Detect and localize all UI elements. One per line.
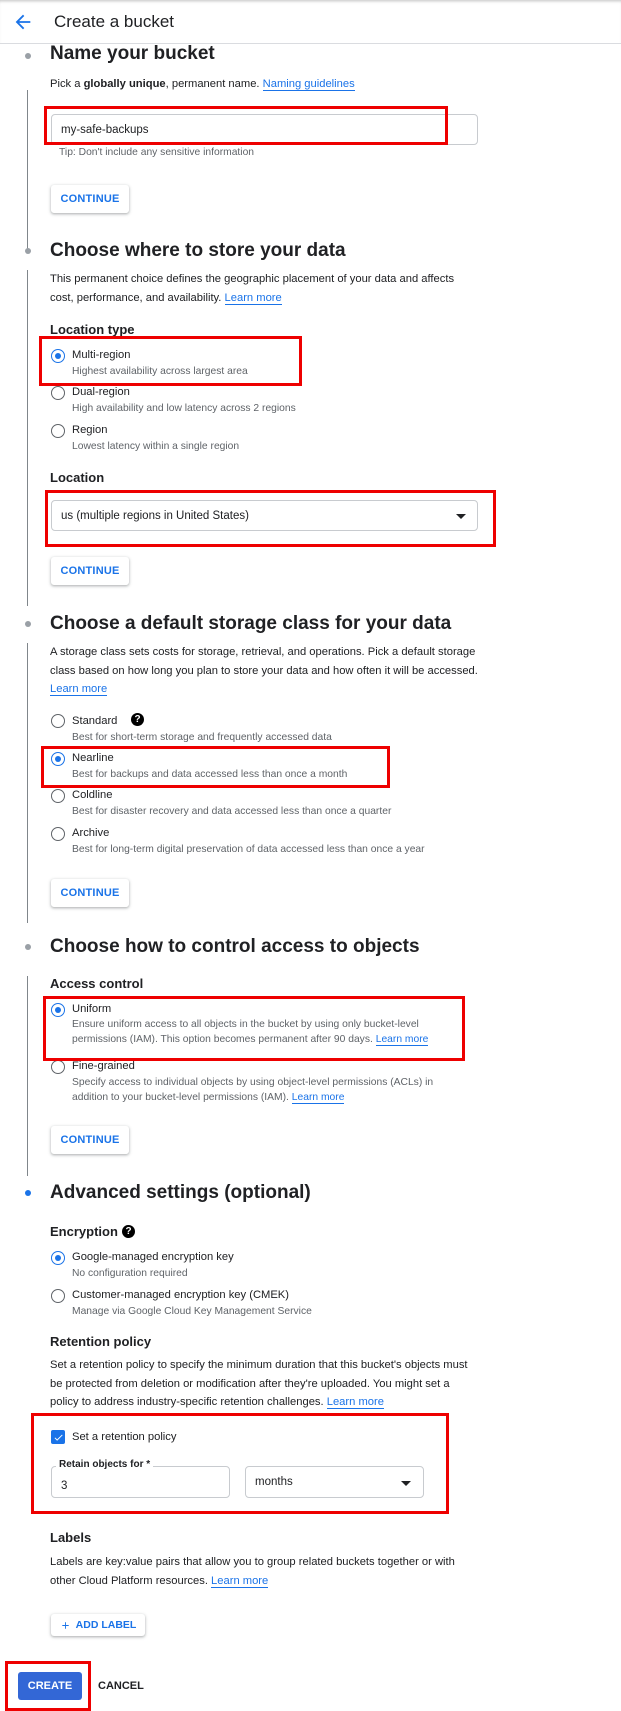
radio-uniform[interactable] bbox=[51, 1003, 65, 1017]
radio-multi-region[interactable] bbox=[51, 349, 65, 363]
labels-description: Labels are key:value pairs that allow yo… bbox=[50, 1556, 455, 1588]
option-description: Lowest latency within a single region bbox=[72, 441, 240, 452]
location-type-label: Location type bbox=[50, 322, 135, 337]
step-marker bbox=[25, 621, 31, 627]
retention-policy-label: Retention policy bbox=[50, 1334, 152, 1349]
storage-learn-more-link[interactable]: Learn more bbox=[50, 683, 108, 696]
option-label: Google-managed encryption key bbox=[72, 1251, 234, 1263]
step-heading-location: Choose where to store your data bbox=[50, 240, 346, 261]
option-description: Best for short-term storage and frequent… bbox=[72, 732, 332, 743]
step-heading-advanced: Advanced settings (optional) bbox=[50, 1182, 311, 1203]
step-heading-access: Choose how to control access to objects bbox=[50, 936, 420, 957]
encryption-label: Encryption bbox=[50, 1224, 118, 1239]
retention-description: Set a retention policy to specify the mi… bbox=[50, 1359, 468, 1409]
labels-learn-more-link[interactable]: Learn more bbox=[211, 1574, 269, 1588]
option-description: Best for disaster recovery and data acce… bbox=[72, 806, 392, 817]
radio-archive[interactable] bbox=[51, 827, 65, 841]
option-label: Coldline bbox=[72, 789, 113, 801]
cancel-button[interactable]: CANCEL bbox=[98, 1672, 144, 1700]
page-title: Create a bucket bbox=[54, 12, 175, 31]
storage-description: A storage class sets costs for storage, … bbox=[50, 646, 478, 696]
option-description: High availability and low latency across… bbox=[72, 403, 296, 414]
retention-policy-checkbox[interactable] bbox=[51, 1430, 65, 1444]
retention-checkbox-label: Set a retention policy bbox=[72, 1431, 177, 1443]
location-select[interactable]: us (multiple regions in United States) bbox=[51, 500, 478, 531]
dropdown-caret-icon bbox=[401, 1481, 411, 1486]
naming-guidelines-link[interactable]: Naming guidelines bbox=[262, 78, 355, 91]
help-icon[interactable]: ? bbox=[131, 713, 144, 726]
create-button[interactable]: CREATE bbox=[18, 1672, 82, 1700]
step-heading-name: Name your bucket bbox=[50, 43, 215, 64]
step-heading-storage: Choose a default storage class for your … bbox=[50, 613, 452, 634]
option-description: No configuration required bbox=[72, 1268, 188, 1279]
step-marker-active bbox=[25, 1190, 31, 1196]
option-description: Specify access to individual objects by … bbox=[72, 1077, 434, 1104]
uniform-learn-more-link[interactable]: Learn more bbox=[375, 1033, 429, 1046]
option-label: Fine-grained bbox=[72, 1060, 135, 1072]
radio-nearline[interactable] bbox=[51, 752, 65, 766]
option-label: Standard bbox=[72, 715, 118, 727]
option-label: Nearline bbox=[72, 752, 114, 764]
check-icon bbox=[54, 1434, 63, 1441]
radio-region[interactable] bbox=[51, 424, 65, 438]
radio-fine-grained[interactable] bbox=[51, 1060, 65, 1074]
fine-grained-learn-more-link[interactable]: Learn more bbox=[291, 1091, 345, 1104]
option-label: Multi-region bbox=[72, 349, 131, 361]
step-rail bbox=[27, 90, 28, 250]
continue-button-storage[interactable]: CONTINUE bbox=[51, 879, 129, 907]
location-label: Location bbox=[50, 470, 105, 485]
bucket-name-tip: Tip: Don't include any sensitive informa… bbox=[59, 147, 255, 158]
radio-coldline[interactable] bbox=[51, 789, 65, 803]
plus-icon bbox=[61, 1621, 69, 1629]
step-marker bbox=[25, 248, 31, 254]
step-rail bbox=[27, 976, 28, 1176]
continue-button-location[interactable]: CONTINUE bbox=[51, 557, 129, 585]
retain-duration-label: Retain objects for * bbox=[56, 1459, 154, 1470]
option-label: Archive bbox=[72, 827, 110, 839]
option-description: Ensure uniform access to all objects in … bbox=[72, 1019, 429, 1046]
option-description: Highest availability across largest area bbox=[72, 366, 248, 377]
radio-google-managed-key[interactable] bbox=[51, 1251, 65, 1265]
top-bar: Create a bucket bbox=[0, 0, 621, 44]
name-description: Pick a globally unique, permanent name. … bbox=[50, 78, 355, 91]
step-rail bbox=[27, 270, 28, 606]
arrow-left-icon[interactable] bbox=[12, 11, 34, 33]
radio-standard[interactable] bbox=[51, 714, 65, 728]
step-marker bbox=[25, 53, 31, 59]
option-description: Best for long-term digital preservation … bbox=[72, 844, 425, 855]
option-label: Dual-region bbox=[72, 386, 130, 398]
retention-learn-more-link[interactable]: Learn more bbox=[326, 1396, 384, 1409]
radio-cmek[interactable] bbox=[51, 1289, 65, 1303]
option-label: Uniform bbox=[72, 1003, 112, 1015]
help-icon[interactable]: ? bbox=[122, 1225, 135, 1238]
retain-unit-select[interactable]: months bbox=[245, 1466, 424, 1498]
radio-dual-region[interactable] bbox=[51, 386, 65, 400]
continue-button-access[interactable]: CONTINUE bbox=[51, 1126, 129, 1154]
step-marker bbox=[25, 944, 31, 950]
option-label: Customer-managed encryption key (CMEK) bbox=[72, 1289, 289, 1301]
continue-button-name[interactable]: CONTINUE bbox=[51, 185, 129, 213]
retain-duration-input[interactable]: 3 bbox=[51, 1466, 230, 1498]
location-description: This permanent choice defines the geogra… bbox=[50, 273, 455, 305]
labels-label: Labels bbox=[50, 1530, 92, 1545]
bucket-name-input[interactable]: my-safe-backups bbox=[51, 114, 478, 145]
add-label-button[interactable]: ADD LABEL bbox=[51, 1614, 145, 1636]
option-description: Best for backups and data accessed less … bbox=[72, 769, 348, 780]
location-learn-more-link[interactable]: Learn more bbox=[224, 291, 282, 305]
dropdown-caret-icon bbox=[456, 514, 466, 519]
step-rail bbox=[27, 643, 28, 923]
option-label: Region bbox=[72, 424, 108, 436]
access-control-label: Access control bbox=[50, 976, 144, 991]
option-description: Manage via Google Cloud Key Management S… bbox=[72, 1306, 312, 1317]
